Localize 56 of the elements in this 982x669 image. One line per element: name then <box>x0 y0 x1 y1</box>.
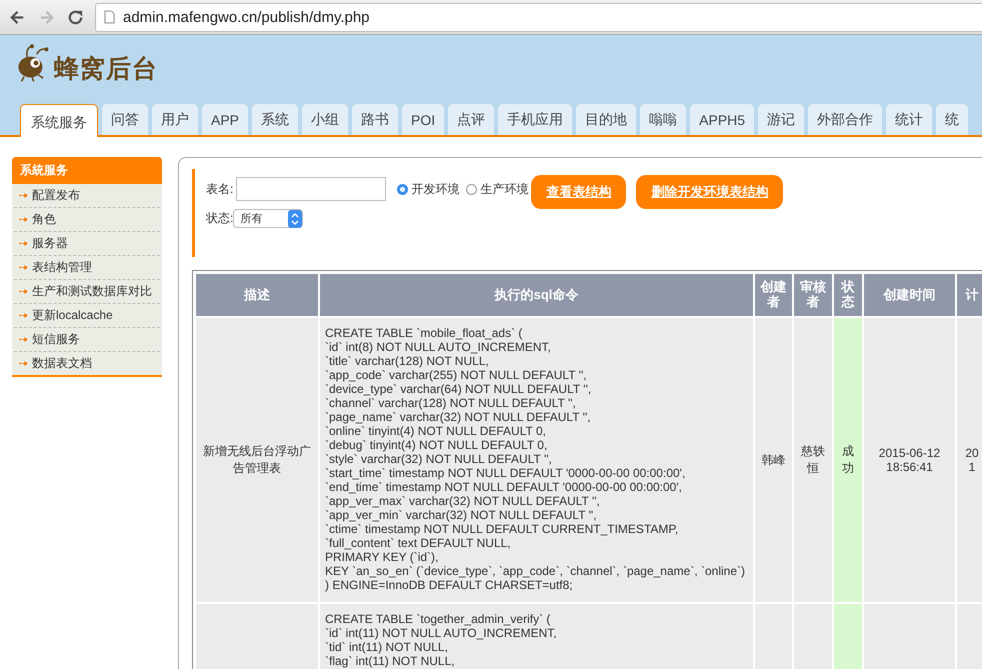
arrow-icon <box>19 312 28 319</box>
stepper-icon <box>288 210 302 228</box>
page-icon <box>104 10 115 24</box>
table-cell: 新增无线后台浮动广告管理表 <box>196 318 318 602</box>
sidebar-title: 系統服务 <box>12 157 162 184</box>
logo-text: 蜂窝后台 <box>54 54 158 85</box>
arrow-icon <box>19 264 28 271</box>
nav-tab[interactable]: 路书 <box>352 104 398 135</box>
address-bar[interactable]: admin.mafengwo.cn/publish/dmy.php <box>95 2 982 32</box>
table-cell: 慈轶恒 <box>794 318 832 602</box>
nav-tab[interactable]: 目的地 <box>576 104 636 135</box>
sidebar-item[interactable]: 角色 <box>14 208 160 232</box>
sql-cell: CREATE TABLE `together_admin_verify` ( `id` int(11) NOT NULL AUTO_INCREMENT, `tid` int(11) NOT NULL, `flag` int(11) NOT NULL, <box>320 604 753 669</box>
sql-cell: CREATE TABLE `mobile_float_ads` ( `id` int(8) NOT NULL AUTO_INCREMENT, `title` varchar(128) NOT NULL, `app_code` varchar(255) NOT NULL DEFAULT '', `device_type` varchar(64) NOT NULL DEFAULT '', `channel` varchar(128) NOT NULL DEFAULT '', `page_name` varchar(32) NOT NULL DEFAULT '', `online` tinyint(4) NOT NULL DEFAULT 0, `debug` tinyint(4) NOT NULL DEFAULT 0, `style` varchar(32) NOT NULL DEFAULT '', `start_time` timestamp NOT NULL DEFAULT '0000-00-00 00:00:00', `end_time` timestamp NOT NULL DEFAULT '0000-00-00 00:00:00', `app_ver_max` varchar(32) NOT NULL DEFAULT '', `app_ver_min` varchar(32) NOT NULL DEFAULT '', `ctime` timestamp NOT NULL DEFAULT CURRENT_TIMESTAMP, `full_content` text DEFAULT NULL, PRIMARY KEY (`id`), KEY `an_so_en` (`device_type`, `app_code`, `channel`, `page_name`, `online`) ) ENGINE=InnoDB DEFAULT CHARSET=utf8; <box>320 318 753 602</box>
arrow-icon <box>19 192 28 199</box>
nav-tab[interactable]: 问答 <box>102 104 148 135</box>
radio-label: 开发环境 <box>411 180 460 198</box>
nav-tab[interactable]: APPH5 <box>690 104 754 135</box>
nav-tab[interactable]: 手机应用 <box>498 104 572 135</box>
table-cell: 韩峰 <box>755 318 792 602</box>
arrow-icon <box>19 288 28 295</box>
nav-tab[interactable]: 系统 <box>252 104 298 135</box>
arrow-icon <box>19 240 28 247</box>
radio-label: 生产环境 <box>480 180 528 198</box>
nav-tab[interactable]: 统计 <box>886 104 932 135</box>
sidebar-item[interactable]: 短信服务 <box>14 328 160 352</box>
sidebar-item[interactable]: 更新localcache <box>14 304 160 328</box>
sidebar-item[interactable]: 服务器 <box>14 232 160 256</box>
arrow-icon <box>19 336 28 343</box>
table-cell: 2015-06-12 18:56:41 <box>864 318 955 602</box>
status-label: 状态: <box>206 210 234 227</box>
table-name-label: 表名: <box>206 180 234 198</box>
sidebar-item[interactable]: 数据表文档 <box>14 352 160 375</box>
arrow-icon <box>19 216 28 223</box>
arrow-icon <box>19 360 28 367</box>
nav-tab[interactable]: 点评 <box>448 104 494 135</box>
nav-tab[interactable]: 统 <box>936 104 968 135</box>
nav-tab[interactable]: POI <box>402 104 444 135</box>
sidebar-item[interactable]: 生产和测试数据库对比 <box>14 280 160 304</box>
status-cell: 成功 <box>834 318 862 602</box>
radio-button[interactable] <box>397 184 408 194</box>
sidebar-item[interactable]: 配置发布 <box>14 184 160 208</box>
status-select[interactable]: 所有 <box>233 209 304 228</box>
reload-icon[interactable] <box>66 8 85 26</box>
nav-tab[interactable]: 用户 <box>152 104 198 135</box>
nav-tab[interactable]: 系统服务 <box>20 104 98 137</box>
nav-tab[interactable]: 外部合作 <box>808 104 882 135</box>
nav-tab[interactable]: 游记 <box>758 104 804 135</box>
nav-tab[interactable]: APP <box>202 104 248 135</box>
sidebar-item[interactable]: 表结构管理 <box>14 256 160 280</box>
status-cell <box>834 604 862 669</box>
radio-button[interactable] <box>466 184 478 194</box>
table-name-field[interactable] <box>236 177 386 201</box>
nav-tab[interactable]: 嗡嗡 <box>640 104 686 135</box>
nav-tab[interactable]: 小组 <box>302 104 348 135</box>
table-cell: 20 1 <box>957 318 982 602</box>
